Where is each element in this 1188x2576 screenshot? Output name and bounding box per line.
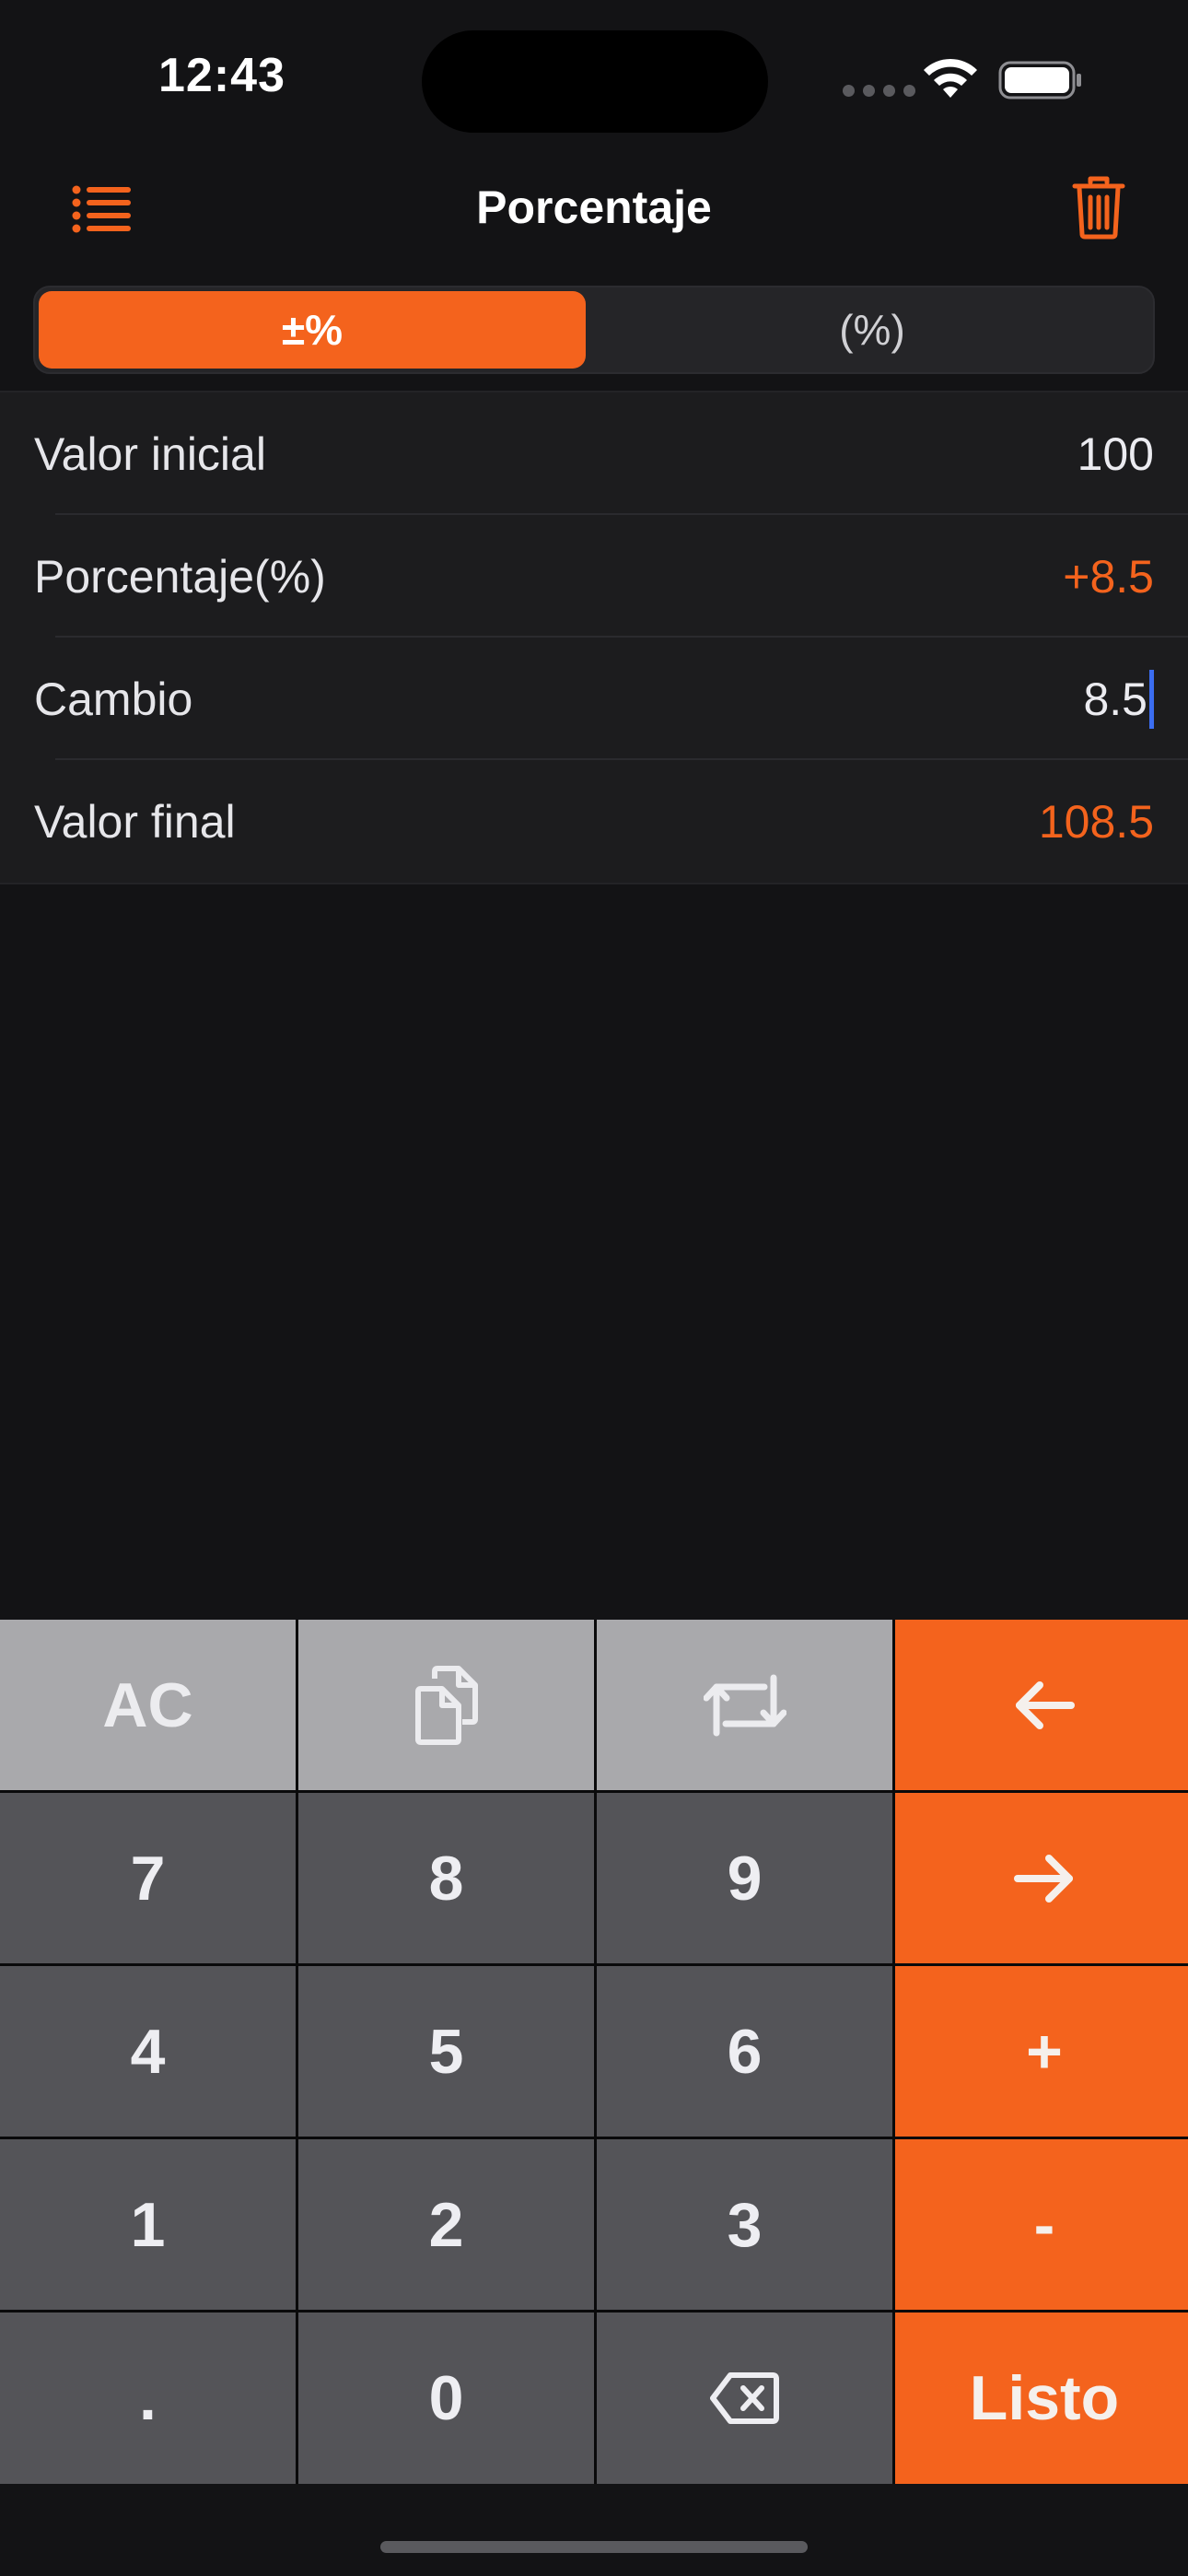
key-8[interactable]: 8 bbox=[298, 1793, 594, 1963]
dynamic-island bbox=[422, 30, 768, 133]
swap-icon bbox=[703, 1674, 786, 1736]
segment-percent[interactable]: (%) bbox=[593, 291, 1151, 369]
initial-value-field[interactable]: 100 bbox=[1077, 427, 1154, 481]
row-change[interactable]: Cambio 8.5 bbox=[0, 638, 1188, 760]
key-5[interactable]: 5 bbox=[298, 1966, 594, 2137]
key-0[interactable]: 0 bbox=[298, 2313, 594, 2484]
done-button[interactable]: Listo bbox=[895, 2313, 1188, 2484]
battery-icon bbox=[998, 61, 1081, 100]
key-9[interactable]: 9 bbox=[597, 1793, 892, 1963]
status-time: 12:43 bbox=[158, 49, 285, 102]
swap-button[interactable] bbox=[597, 1620, 892, 1790]
wifi-icon bbox=[924, 58, 977, 98]
fields-list: Valor inicial 100 Porcentaje(%) +8.5 Cam… bbox=[0, 391, 1188, 884]
trash-icon[interactable] bbox=[1072, 175, 1125, 240]
numeric-keypad: AC 7 8 9 4 5 6 + 1 2 3 - . 0 Listo bbox=[0, 1620, 1188, 2484]
home-indicator bbox=[380, 2541, 808, 2553]
percentage-field[interactable]: +8.5 bbox=[1063, 550, 1154, 603]
mode-segmented-control: ±% (%) bbox=[33, 286, 1155, 374]
row-label: Valor final bbox=[34, 795, 236, 848]
row-label: Valor inicial bbox=[34, 427, 266, 480]
row-percentage[interactable]: Porcentaje(%) +8.5 bbox=[0, 515, 1188, 638]
signal-icon bbox=[843, 85, 915, 97]
copy-button[interactable] bbox=[298, 1620, 594, 1790]
row-initial-value[interactable]: Valor inicial 100 bbox=[0, 392, 1188, 515]
segment-plus-minus-percent[interactable]: ±% bbox=[39, 291, 586, 369]
final-value-field[interactable]: 108.5 bbox=[1039, 795, 1154, 849]
key-1[interactable]: 1 bbox=[0, 2139, 296, 2310]
row-final-value[interactable]: Valor final 108.5 bbox=[0, 760, 1188, 883]
copy-icon bbox=[414, 1665, 478, 1745]
key-4[interactable]: 4 bbox=[0, 1966, 296, 2137]
minus-button[interactable]: - bbox=[895, 2139, 1188, 2310]
row-label: Porcentaje(%) bbox=[34, 550, 326, 603]
plus-button[interactable]: + bbox=[895, 1966, 1188, 2137]
decimal-button[interactable]: . bbox=[0, 2313, 296, 2484]
change-field[interactable]: 8.5 bbox=[1083, 673, 1147, 726]
clear-button[interactable]: AC bbox=[0, 1620, 296, 1790]
key-6[interactable]: 6 bbox=[597, 1966, 892, 2137]
move-left-button[interactable] bbox=[895, 1620, 1188, 1790]
text-caret bbox=[1149, 669, 1154, 729]
page-title: Porcentaje bbox=[476, 181, 712, 233]
row-label: Cambio bbox=[34, 673, 193, 725]
key-7[interactable]: 7 bbox=[0, 1793, 296, 1963]
key-2[interactable]: 2 bbox=[298, 2139, 594, 2310]
backspace-button[interactable] bbox=[597, 2313, 892, 2484]
key-3[interactable]: 3 bbox=[597, 2139, 892, 2310]
arrow-left-icon bbox=[1016, 1680, 1075, 1729]
backspace-icon bbox=[709, 2372, 779, 2424]
arrow-right-icon bbox=[1014, 1854, 1073, 1903]
move-right-button[interactable] bbox=[895, 1793, 1188, 1963]
change-field-wrapper[interactable]: 8.5 bbox=[1083, 669, 1154, 729]
